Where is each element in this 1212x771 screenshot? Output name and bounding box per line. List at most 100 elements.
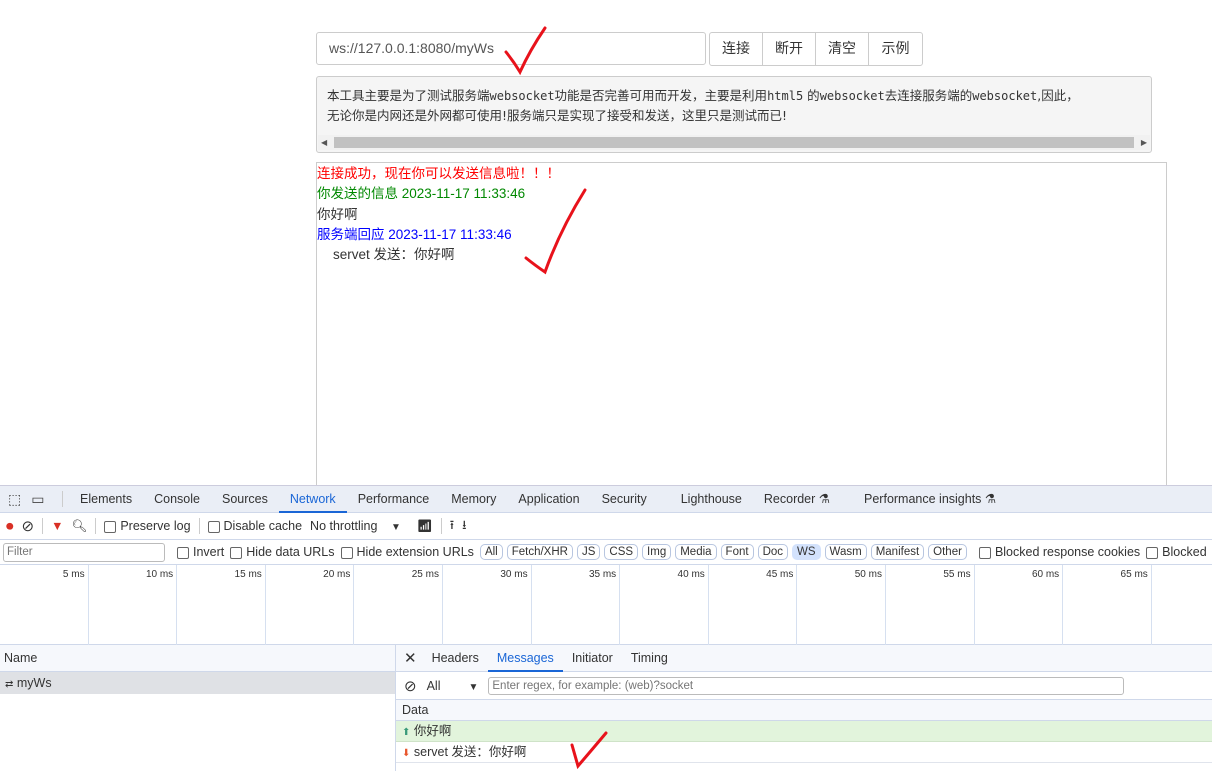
tab-label: Recorder — [763, 491, 816, 506]
type-filter-js[interactable]: JS — [576, 544, 601, 560]
hide-ext-label: Hide extension URLs — [356, 545, 474, 559]
tab-messages[interactable]: Messages — [487, 645, 563, 672]
horizontal-scrollbar[interactable]: ◀ ▶ — [318, 135, 1150, 150]
hide-data-urls-checkbox[interactable]: Hide data URLs — [230, 545, 335, 559]
data-column-header[interactable]: Data — [396, 700, 1212, 721]
hide-extension-urls-checkbox[interactable]: Hide extension URLs — [340, 545, 474, 559]
preserve-log-label: Preserve log — [120, 519, 191, 533]
tab-headers[interactable]: Headers — [423, 645, 488, 672]
import-har-icon[interactable]: ⭱ — [450, 516, 454, 537]
sent-header: 你发送的信息 2023-11-17 11:33:46 — [317, 186, 526, 202]
messages-toolbar: ⊘ All ▼ — [396, 672, 1212, 700]
tab-initiator[interactable]: Initiator — [563, 645, 622, 672]
flask-icon: ⚗ — [818, 491, 831, 506]
detail-pane: ✕ Headers Messages Initiator Timing ⊘ Al… — [396, 645, 1212, 771]
type-filter-ws[interactable]: WS — [792, 544, 821, 560]
filter-input[interactable] — [3, 542, 165, 562]
tab-performance[interactable]: Performance — [347, 486, 441, 513]
websocket-url-input[interactable]: ws://127.0.0.1:8080/myWs — [316, 32, 706, 65]
disable-cache-label: Disable cache — [223, 519, 303, 533]
tab-memory[interactable]: Memory — [440, 486, 507, 513]
scroll-right-icon[interactable]: ▶ — [1141, 135, 1147, 150]
tab-recorder[interactable]: Recorder ⚗ — [753, 486, 841, 513]
name-column-header[interactable]: Name — [0, 645, 395, 672]
tab-security[interactable]: Security — [591, 486, 658, 513]
type-filter-wasm[interactable]: Wasm — [824, 544, 867, 560]
clear-messages-icon[interactable]: ⊘ — [404, 677, 417, 695]
tab-application[interactable]: Application — [507, 486, 590, 513]
tab-lighthouse[interactable]: Lighthouse — [670, 486, 753, 513]
info-line-1: 本工具主要是为了测试服务端websocket功能是否完善可用而开发，主要是利用h… — [327, 86, 1141, 106]
connect-button[interactable]: 连接 — [710, 33, 763, 65]
type-filter-other[interactable]: Other — [928, 544, 967, 560]
clear-button[interactable]: 清空 — [816, 33, 869, 65]
tab-timing[interactable]: Timing — [622, 645, 677, 672]
timeline-tick: 20 ms — [266, 565, 355, 645]
scroll-left-icon[interactable]: ◀ — [321, 135, 327, 150]
tab-network[interactable]: Network — [278, 486, 347, 513]
chevron-down-icon: ▼ — [390, 522, 401, 533]
detail-tabbar: ✕ Headers Messages Initiator Timing — [396, 645, 1212, 672]
message-row-sent[interactable]: ⬆ 你好啊 — [396, 721, 1212, 742]
message-row-received[interactable]: ⬇ servet 发送：你好啊 — [396, 742, 1212, 763]
search-icon[interactable]: 🔍︎ — [71, 519, 87, 534]
timeline-tick: 65 ms — [1063, 565, 1152, 645]
type-filter-doc[interactable]: Doc — [757, 544, 789, 560]
timeline-tick: 50 ms — [797, 565, 886, 645]
tab-elements[interactable]: Elements — [69, 486, 143, 513]
message-text: servet 发送：你好啊 — [413, 745, 527, 759]
close-icon[interactable]: ✕ — [404, 649, 417, 667]
filter-bar: Invert Hide data URLs Hide extension URL… — [0, 540, 1212, 565]
devtools-tabbar: ⬚ ▭ Elements Console Sources Network Perf… — [0, 485, 1212, 513]
type-filter-all[interactable]: All — [479, 544, 503, 560]
device-toolbar-icon[interactable]: ▭ — [31, 491, 44, 508]
invert-label: Invert — [193, 545, 225, 559]
scroll-thumb[interactable] — [334, 137, 1134, 148]
invert-checkbox[interactable]: Invert — [177, 545, 224, 559]
blocked-requests-checkbox[interactable]: Blocked — [1146, 545, 1207, 559]
type-filter-img[interactable]: Img — [642, 544, 672, 560]
regex-filter-input[interactable] — [488, 676, 1125, 695]
filter-icon[interactable]: ▼ — [51, 519, 63, 533]
type-filter-manifest[interactable]: Manifest — [870, 544, 925, 560]
network-timeline[interactable]: 5 ms 10 ms 15 ms 20 ms 25 ms 30 ms 35 ms 40 ms 4… — [0, 565, 1212, 645]
arrow-up-icon: ⬆ — [402, 727, 411, 738]
timeline-tick: 25 ms — [354, 565, 443, 645]
blocked-cookies-checkbox[interactable]: Blocked response cookies — [978, 545, 1140, 559]
info-text: 去连接服务端的 — [884, 88, 973, 103]
info-line-2: 无论你是内网还是外网都可使用!服务端只是实现了接受和发送，这里只是测试而已! — [327, 108, 788, 123]
devtools-panel: ⬚ ▭ Elements Console Sources Network Perf… — [0, 485, 1212, 771]
example-button[interactable]: 示例 — [869, 33, 922, 65]
tab-console[interactable]: Console — [143, 486, 211, 513]
inspect-element-icon[interactable]: ⬚ — [8, 491, 21, 508]
reply-body: servet 发送：你好啊 — [333, 247, 455, 263]
network-conditions-icon[interactable]: 📶︎ — [417, 519, 433, 534]
disable-cache-checkbox[interactable]: Disable cache — [207, 519, 303, 533]
tab-sources[interactable]: Sources — [211, 486, 279, 513]
export-har-icon[interactable]: ⭳ — [462, 516, 466, 537]
type-filter-font[interactable]: Font — [720, 544, 754, 560]
timeline-tick: 30 ms — [443, 565, 532, 645]
type-filter-media[interactable]: Media — [675, 544, 717, 560]
tab-performance-insights[interactable]: Performance insights ⚗ — [853, 486, 1007, 513]
preserve-log-checkbox[interactable]: Preserve log — [104, 519, 191, 533]
timeline-tick: 45 ms — [709, 565, 798, 645]
throttling-select[interactable]: No throttling ▼ — [310, 519, 401, 533]
throttling-value: No throttling — [310, 519, 378, 533]
tab-label: Performance insights — [864, 491, 982, 506]
info-text: html5 — [767, 89, 804, 103]
info-text: websocket — [489, 89, 555, 103]
info-text: 功能是否完善可用而开发，主要是利用 — [554, 88, 768, 103]
request-row[interactable]: ⇄ myWs — [0, 672, 395, 694]
record-stop-icon[interactable]: ⏺ — [6, 518, 14, 535]
message-type-select[interactable]: All ▼ — [427, 679, 479, 693]
type-filter-css[interactable]: CSS — [604, 544, 639, 560]
timeline-tick: 15 ms — [177, 565, 266, 645]
action-buttons: 连接 断开 清空 示例 — [709, 32, 923, 66]
timeline-tick: 55 ms — [886, 565, 975, 645]
clear-icon[interactable]: ⊘ — [22, 517, 35, 535]
type-filter-fetchxhr[interactable]: Fetch/XHR — [506, 544, 573, 560]
message-type-value: All — [426, 678, 441, 693]
blocked-label: Blocked — [1162, 545, 1207, 559]
disconnect-button[interactable]: 断开 — [763, 33, 816, 65]
